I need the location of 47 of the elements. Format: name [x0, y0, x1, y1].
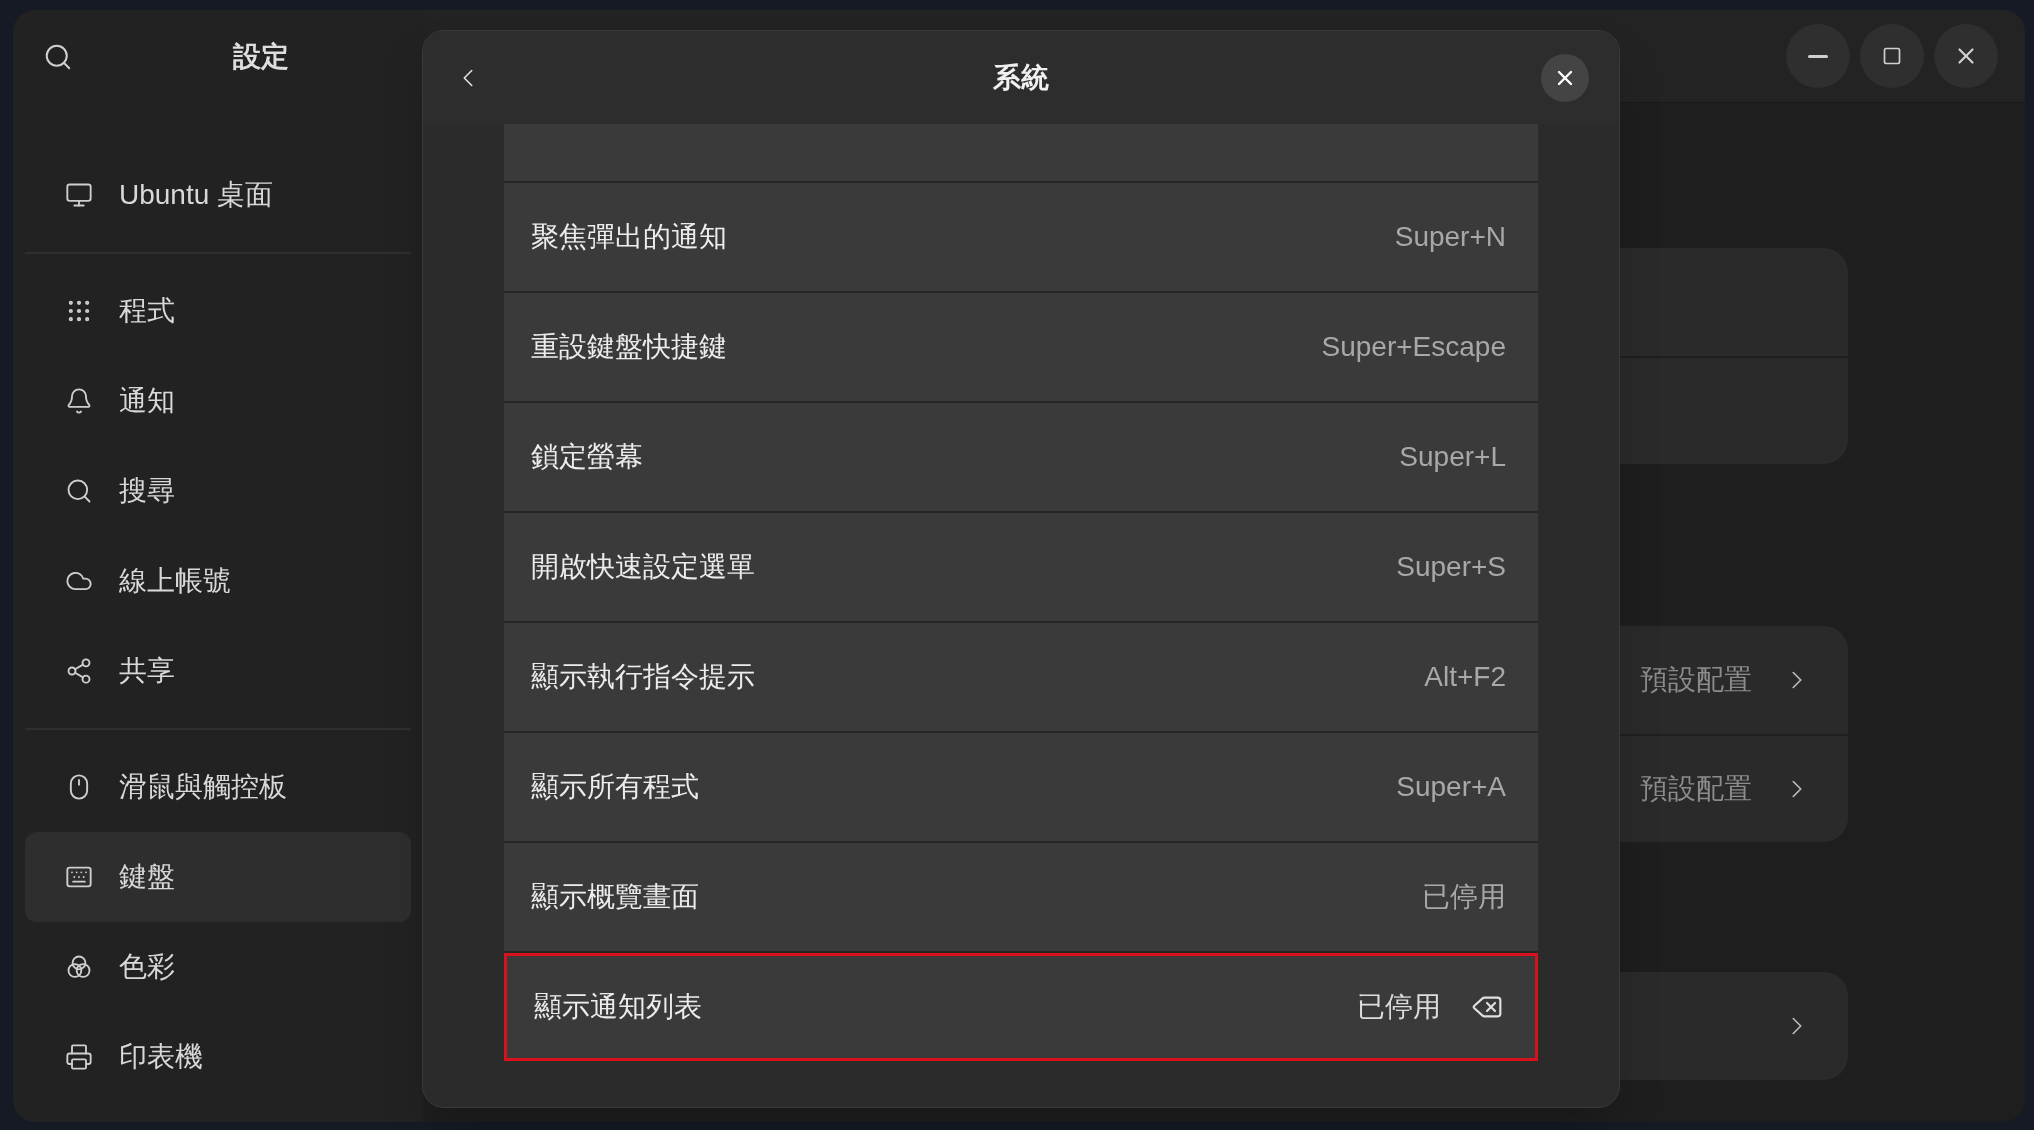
shortcut-label: 重設鍵盤快捷鍵 — [531, 330, 727, 364]
sidebar-item[interactable]: 共享 — [25, 626, 411, 716]
bell-icon — [65, 387, 93, 415]
sidebar-item[interactable]: 線上帳號 — [25, 536, 411, 626]
search-icon — [65, 477, 93, 505]
monitor-icon — [65, 181, 93, 209]
color-circles-icon — [65, 953, 93, 981]
sidebar-item[interactable]: 印表機 — [25, 1012, 411, 1102]
share-icon — [65, 657, 93, 685]
setting-value: 預設配置 — [1640, 663, 1752, 697]
shortcut-keys: 已停用 — [1357, 986, 1441, 1028]
shortcut-row[interactable]: 顯示概覽畫面 已停用 — [504, 843, 1538, 951]
shortcut-label: 顯示執行指令提示 — [531, 660, 755, 694]
sidebar-item[interactable]: 鍵盤 — [25, 832, 411, 922]
sidebar-item[interactable]: 滑鼠與觸控板 — [25, 742, 411, 832]
shortcut-row[interactable]: 重設鍵盤快捷鍵 Super+Escape — [504, 293, 1538, 401]
shortcut-label: 開啟快速設定選單 — [531, 550, 755, 584]
shortcut-row[interactable]: 顯示執行指令提示 Alt+F2 — [504, 623, 1538, 731]
shortcut-label: 鎖定螢幕 — [531, 440, 643, 474]
sidebar-item[interactable]: 程式 — [25, 266, 411, 356]
setting-value: 預設配置 — [1640, 772, 1752, 806]
close-button[interactable] — [1541, 53, 1589, 102]
maximize-icon — [1882, 46, 1902, 66]
dialog-title: 系統 — [993, 60, 1049, 95]
sidebar-item[interactable]: 搜尋 — [25, 446, 411, 536]
shortcut-label: 顯示概覽畫面 — [531, 880, 699, 914]
sidebar-title: 設定 — [233, 39, 289, 74]
shortcut-keys: Super+A — [1396, 766, 1506, 808]
minimize-icon — [1808, 54, 1828, 58]
sidebar-item[interactable]: 通知 — [25, 356, 411, 446]
shortcut-keys: Super+L — [1399, 436, 1506, 478]
shortcut-row[interactable]: 鎖定螢幕 Super+L — [504, 403, 1538, 511]
shortcut-label: 顯示通知列表 — [534, 990, 702, 1024]
sidebar-item[interactable]: Ubuntu 桌面 — [25, 150, 411, 240]
shortcut-label: 顯示所有程式 — [531, 770, 699, 804]
shortcut-keys: Alt+F2 — [1424, 656, 1506, 698]
printer-icon — [65, 1043, 93, 1071]
shortcut-keys: Super+N — [1394, 216, 1506, 258]
sidebar-item[interactable]: 色彩 — [25, 922, 411, 1012]
shortcut-label: 聚焦彈出的通知 — [531, 220, 727, 254]
shortcut-row[interactable]: 顯示所有程式 Super+A — [504, 733, 1538, 841]
shortcut-keys: Super+Escape — [1321, 326, 1506, 368]
shortcut-row[interactable]: 開啟快速設定選單 Super+S — [504, 513, 1538, 621]
shortcut-row[interactable]: 聚焦彈出的通知 Super+N — [504, 183, 1538, 291]
shortcut-keys: Super+S — [1396, 546, 1506, 588]
shortcut-keys: 已停用 — [1422, 876, 1506, 918]
shortcut-row[interactable]: 顯示通知列表 已停用 — [504, 953, 1538, 1061]
